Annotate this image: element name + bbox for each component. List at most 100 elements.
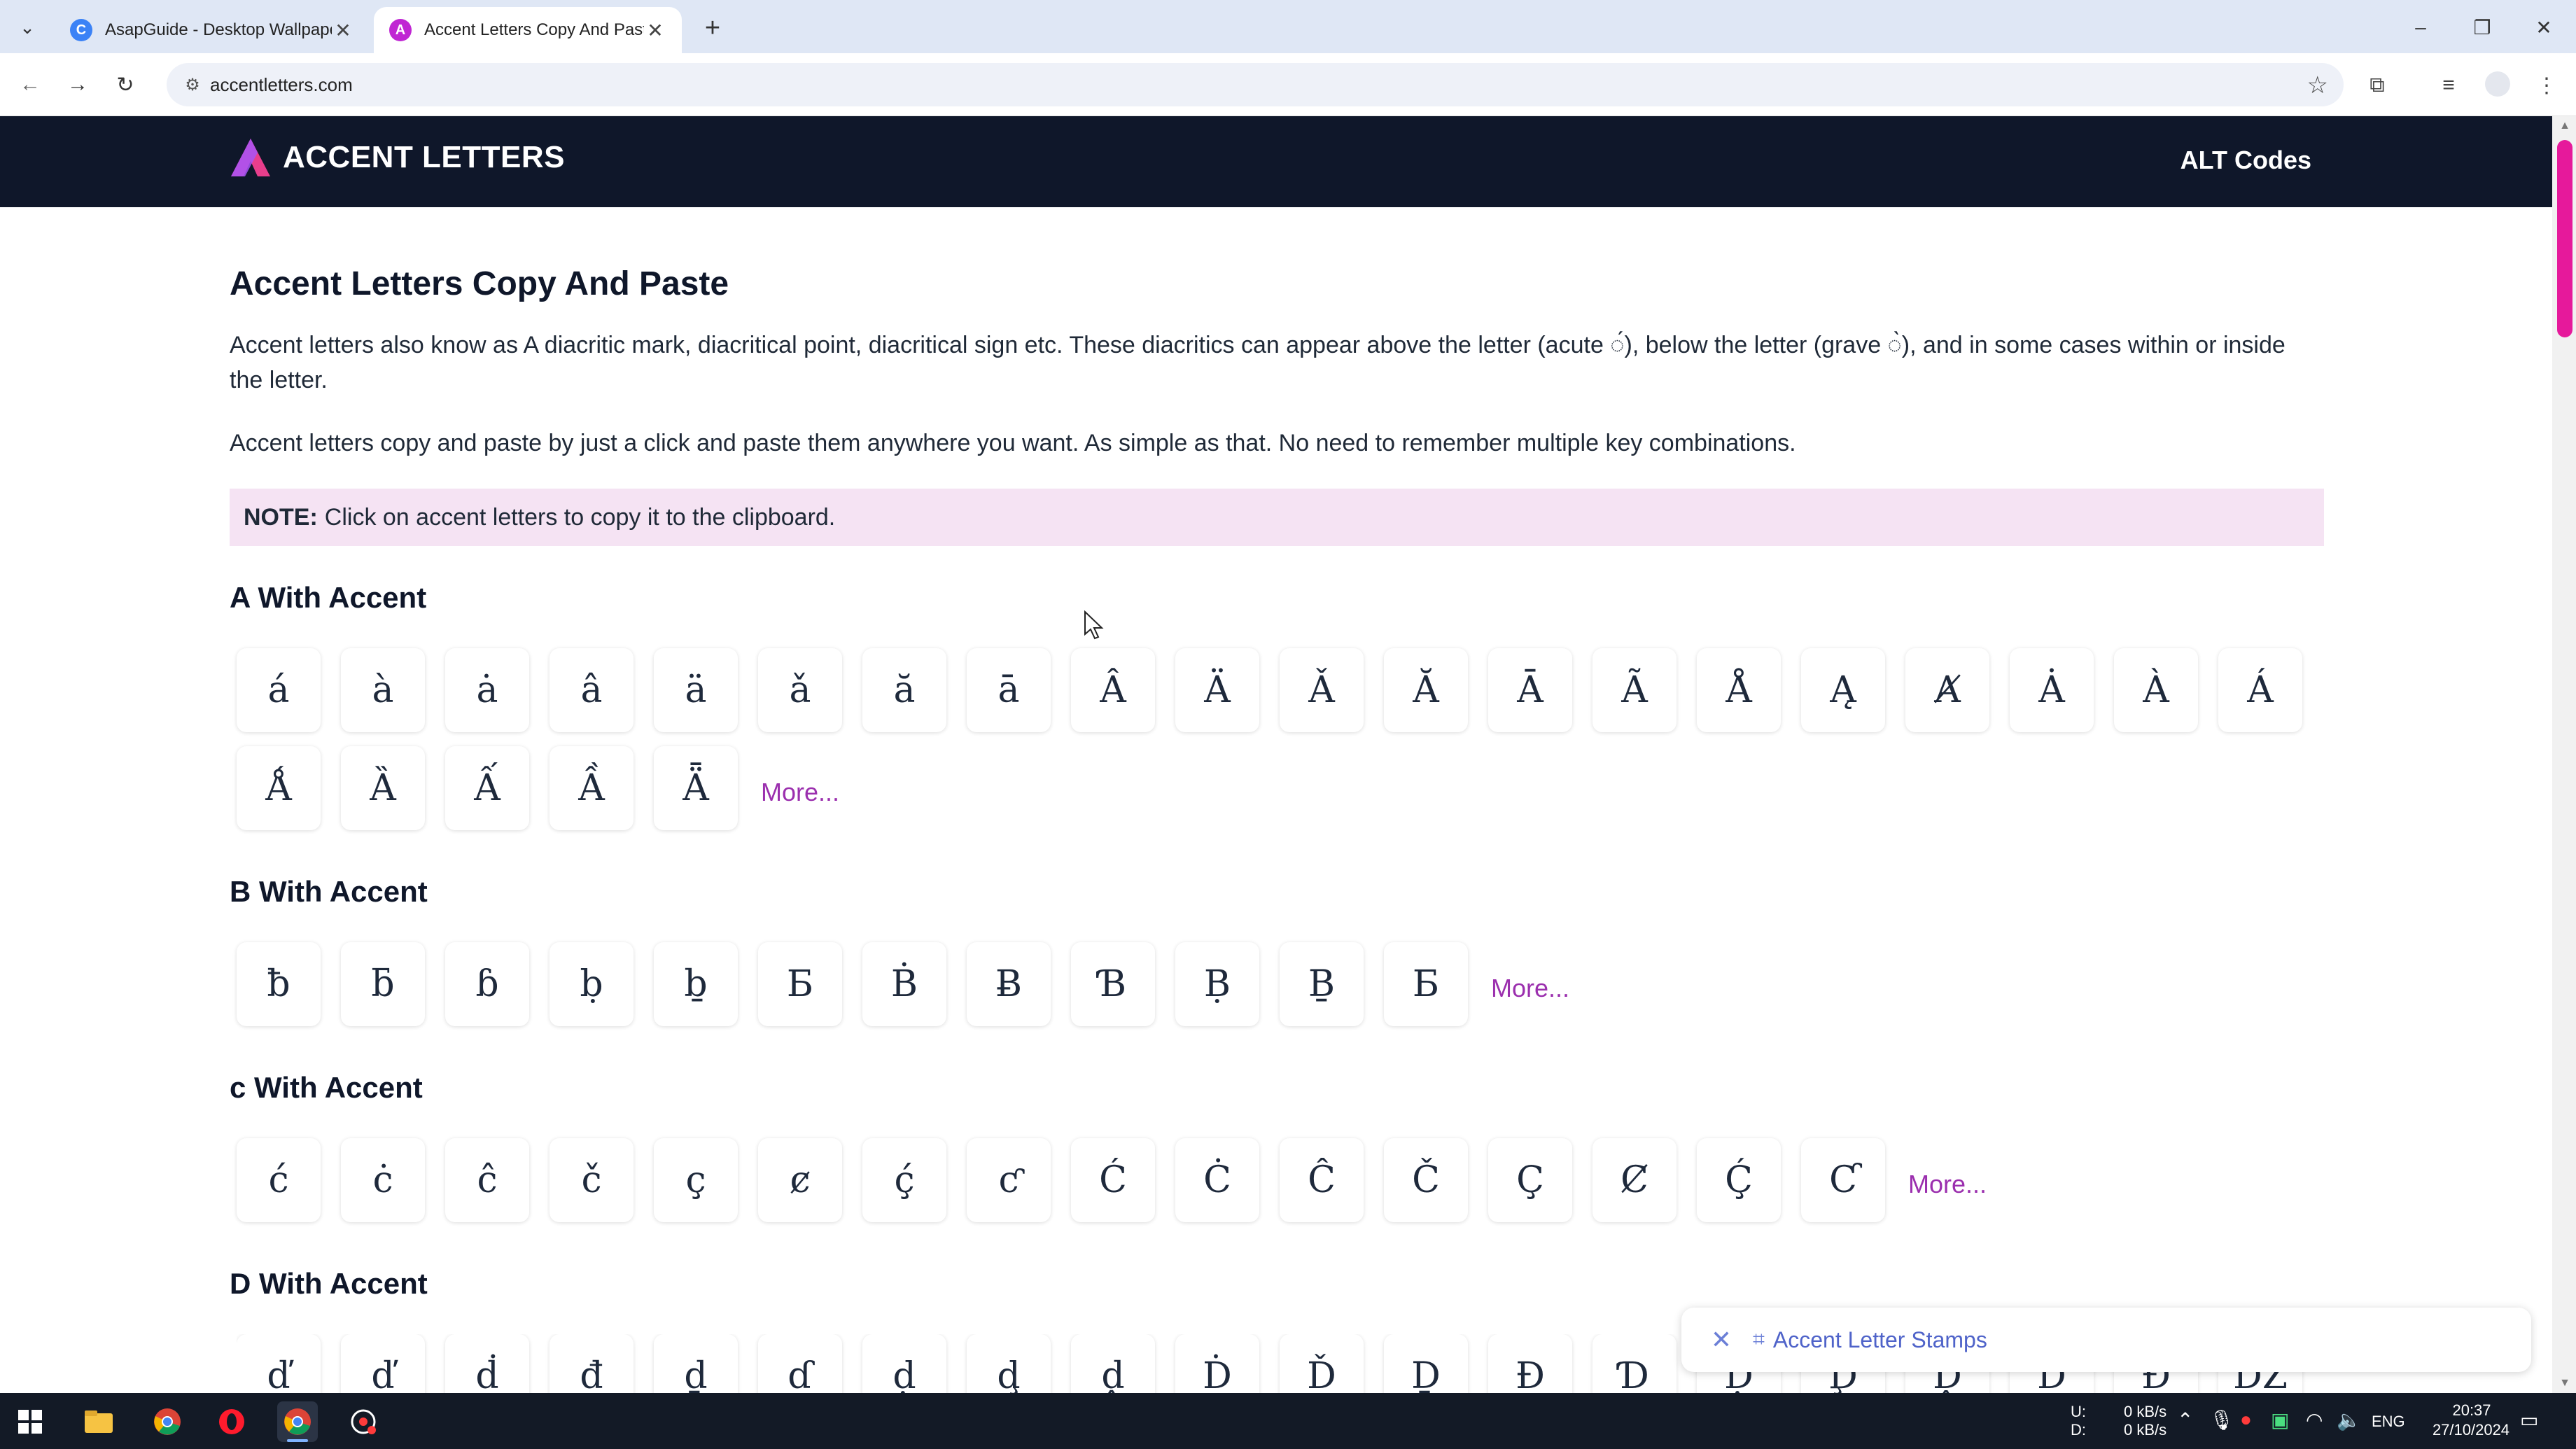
accent-letter-chip[interactable]: ä: [654, 648, 738, 732]
chrome-active-icon[interactable]: [277, 1401, 318, 1442]
stamp-bar-label[interactable]: Accent Letter Stamps: [1773, 1327, 1987, 1353]
show-hidden-icons-chevron-up-icon[interactable]: ⌃: [2177, 1408, 2193, 1432]
accent-letter-chip[interactable]: Ç: [1488, 1138, 1572, 1222]
accent-letter-chip[interactable]: ḍ: [862, 1334, 946, 1393]
accent-letter-chip[interactable]: ȼ: [758, 1138, 842, 1222]
accent-letter-chip[interactable]: ā: [967, 648, 1051, 732]
accent-letter-chip[interactable]: Ɓ: [1071, 942, 1155, 1026]
chrome-icon[interactable]: [147, 1401, 188, 1442]
opera-tray-icon[interactable]: ●: [2240, 1408, 2252, 1431]
accent-letter-chip[interactable]: Â: [1071, 648, 1155, 732]
accent-letter-chip[interactable]: Ḉ: [1697, 1138, 1781, 1222]
accent-letter-chip[interactable]: č: [550, 1138, 634, 1222]
accent-letter-chip[interactable]: Ƃ: [1384, 942, 1468, 1026]
accent-letter-chip[interactable]: À: [2114, 648, 2198, 732]
accent-letter-chip[interactable]: Ƃ: [758, 942, 842, 1026]
address-bar[interactable]: ⚙ accentletters.com ☆: [167, 63, 2344, 106]
more-link[interactable]: More...: [1908, 1138, 1987, 1222]
accent-letter-chip[interactable]: ȧ: [445, 648, 529, 732]
opera-icon[interactable]: [211, 1401, 252, 1442]
forward-arrow-icon[interactable]: →: [62, 69, 94, 101]
accent-letter-chip[interactable]: Ǻ: [237, 746, 321, 830]
accent-letter-stamps-bar[interactable]: ✕ ⌗ Accent Letter Stamps: [1681, 1308, 2531, 1372]
tab-accent-letters[interactable]: A Accent Letters Copy And Paste ✕: [374, 7, 682, 53]
accent-letter-chip[interactable]: Ḇ: [1280, 942, 1364, 1026]
tab-search-chevron-down-icon[interactable]: ⌄: [13, 13, 42, 42]
accent-letter-chip[interactable]: ƈ: [967, 1138, 1051, 1222]
accent-letter-chip[interactable]: ă: [862, 648, 946, 732]
more-link[interactable]: More...: [1491, 942, 1569, 1026]
accent-letter-chip[interactable]: ɓ: [445, 942, 529, 1026]
accent-letter-chip[interactable]: Á: [2218, 648, 2302, 732]
accent-letter-chip[interactable]: ḅ: [550, 942, 634, 1026]
accent-letter-chip[interactable]: Ḃ: [862, 942, 946, 1026]
extensions-puzzle-icon[interactable]: ⧉: [2362, 70, 2393, 101]
accent-letter-chip[interactable]: Ầ: [550, 746, 634, 830]
screen-recorder-icon[interactable]: [343, 1401, 384, 1442]
accent-letter-chip[interactable]: â: [550, 648, 634, 732]
accent-letter-chip[interactable]: ḑ: [967, 1334, 1051, 1393]
scrollbar-thumb[interactable]: [2557, 140, 2572, 337]
accent-letter-chip[interactable]: đ: [550, 1334, 634, 1393]
microphone-icon[interactable]: 🎙: [2209, 1408, 2234, 1432]
accent-letter-chip[interactable]: Ƈ: [1801, 1138, 1885, 1222]
accent-letter-chip[interactable]: Ã: [1592, 648, 1676, 732]
language-indicator[interactable]: ENG: [2372, 1413, 2405, 1431]
accent-letter-chip[interactable]: ƀ: [237, 942, 321, 1026]
accent-letter-chip[interactable]: Ƀ: [967, 942, 1051, 1026]
app-tray-icon[interactable]: ▣: [2271, 1408, 2289, 1432]
kebab-menu-icon[interactable]: ⋮: [2531, 70, 2562, 101]
tab-close-icon[interactable]: ✕: [332, 19, 354, 41]
accent-letter-chip[interactable]: Ą: [1801, 648, 1885, 732]
accent-letter-chip[interactable]: ǎ: [758, 648, 842, 732]
accent-letter-chip[interactable]: ḓ: [1071, 1334, 1155, 1393]
window-close-icon[interactable]: ✕: [2523, 10, 2565, 45]
accent-letter-chip[interactable]: Ấ: [445, 746, 529, 830]
accent-letter-chip[interactable]: Ǟ: [654, 746, 738, 830]
clock-date[interactable]: 27/10/2024: [2415, 1421, 2527, 1439]
site-settings-icon[interactable]: ⚙: [182, 74, 203, 95]
accent-letter-chip[interactable]: ƃ: [341, 942, 425, 1026]
scroll-down-arrow-icon[interactable]: ▼: [2556, 1375, 2573, 1392]
accent-letter-chip[interactable]: ɗ: [758, 1334, 842, 1393]
accent-letter-chip[interactable]: Ḅ: [1175, 942, 1259, 1026]
accent-letter-chip[interactable]: ḏ: [654, 1334, 738, 1393]
accent-letter-chip[interactable]: ď: [237, 1334, 321, 1393]
accent-letter-chip[interactable]: Č: [1384, 1138, 1468, 1222]
accent-letter-chip[interactable]: Ɗ: [1592, 1334, 1676, 1393]
accent-letter-chip[interactable]: Ĉ: [1280, 1138, 1364, 1222]
accent-letter-chip[interactable]: Ǎ: [1280, 648, 1364, 732]
accent-letter-chip[interactable]: Ď: [1280, 1334, 1364, 1393]
accent-letter-chip[interactable]: Å: [1697, 648, 1781, 732]
more-link[interactable]: More...: [761, 746, 839, 830]
accent-letter-chip[interactable]: ḉ: [862, 1138, 946, 1222]
accent-letter-chip[interactable]: ĉ: [445, 1138, 529, 1222]
accent-letter-chip[interactable]: Ȧ: [2010, 648, 2094, 732]
wifi-icon[interactable]: ◠: [2306, 1408, 2323, 1432]
volume-icon[interactable]: 🔈: [2337, 1408, 2361, 1432]
back-arrow-icon[interactable]: ←: [14, 69, 46, 101]
reload-icon[interactable]: ↻: [109, 69, 141, 101]
bookmark-star-icon[interactable]: ☆: [2307, 71, 2328, 99]
accent-letter-chip[interactable]: ď: [341, 1334, 425, 1393]
accent-letter-chip[interactable]: Ċ: [1175, 1138, 1259, 1222]
accent-letter-chip[interactable]: ć: [237, 1138, 321, 1222]
accent-letter-chip[interactable]: ḇ: [654, 942, 738, 1026]
site-brand[interactable]: ACCENT LETTERS: [283, 140, 565, 175]
accent-letter-chip[interactable]: Ä: [1175, 648, 1259, 732]
accent-letter-chip[interactable]: Ă: [1384, 648, 1468, 732]
restore-icon[interactable]: ❐: [2461, 10, 2503, 45]
scroll-up-arrow-icon[interactable]: ▲: [2556, 118, 2573, 134]
accent-letter-chip[interactable]: Ȁ: [341, 746, 425, 830]
accent-letter-chip[interactable]: Ḏ: [1384, 1334, 1468, 1393]
accent-letter-chip[interactable]: ċ: [341, 1138, 425, 1222]
tab-close-icon[interactable]: ✕: [644, 19, 666, 41]
accent-letter-chip[interactable]: Ḋ: [1175, 1334, 1259, 1393]
clock-time[interactable]: 20:37: [2433, 1401, 2510, 1420]
alt-codes-link[interactable]: ALT Codes: [2180, 146, 2311, 175]
new-tab-plus-icon[interactable]: +: [697, 13, 728, 43]
profile-avatar[interactable]: [2485, 71, 2510, 97]
tab-asapguide[interactable]: C AsapGuide - Desktop Wallpape ✕: [55, 7, 370, 53]
accent-letter-chip[interactable]: Ā: [1488, 648, 1572, 732]
media-control-icon[interactable]: ≡: [2433, 70, 2464, 101]
